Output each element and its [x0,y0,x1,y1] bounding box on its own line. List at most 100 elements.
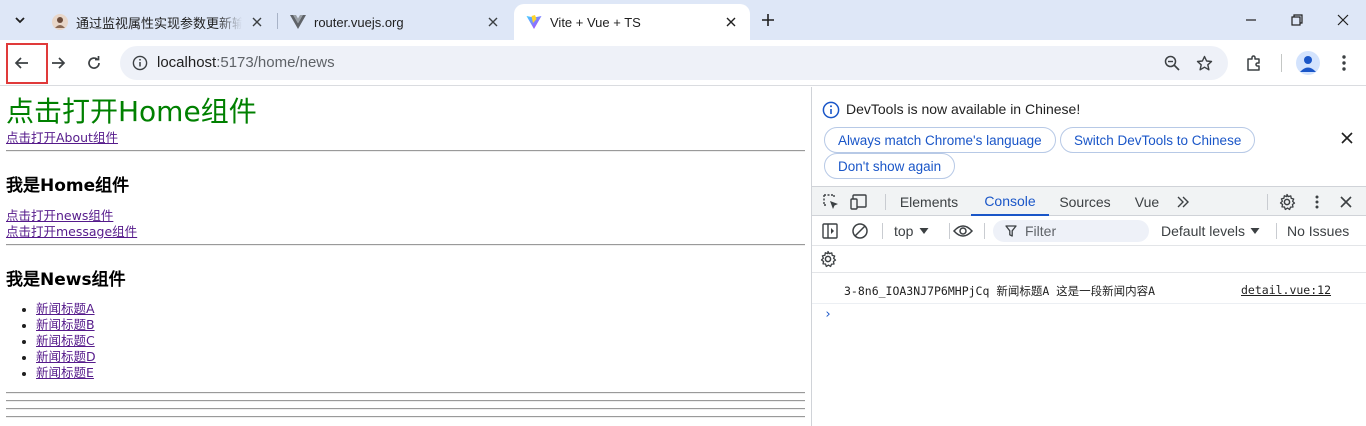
page-viewport: 点击打开Home组件 点击打开About组件 我是Home组件 点击打开news… [0,87,811,426]
console-prompt[interactable]: › [824,307,832,322]
settings-gear-icon[interactable] [1276,191,1298,213]
about-router-link[interactable]: 点击打开About组件 [6,130,118,146]
vite-logo-icon [526,14,542,30]
log-source-link[interactable]: detail.vue:12 [1241,283,1331,297]
address-bar[interactable]: localhost:5173/home/news [120,46,1228,80]
divider [6,244,805,246]
reload-button[interactable] [78,47,110,79]
tab-elements[interactable]: Elements [890,187,968,216]
divider [6,150,805,152]
more-vert-icon [1342,55,1346,71]
console-filter-input[interactable]: Filter [993,220,1149,242]
filter-placeholder: Filter [1025,223,1057,239]
tab-search-button[interactable] [6,6,34,34]
home-router-link[interactable]: 点击打开Home组件 [6,95,257,129]
home-heading: 我是Home组件 [6,176,130,196]
extensions-button[interactable] [1238,47,1270,79]
chevron-down-icon [15,17,25,24]
zoom-icon[interactable] [1160,51,1184,75]
divider [6,392,805,394]
minimize-button[interactable] [1228,0,1274,40]
clear-console-icon[interactable] [849,220,871,242]
tab-sources[interactable]: Sources [1050,187,1120,216]
restore-button[interactable] [1274,0,1320,40]
caret-down-icon [919,228,929,234]
message-router-link[interactable]: 点击打开message组件 [6,224,137,240]
toolbar-divider [882,223,883,239]
close-devtools-icon[interactable] [1335,191,1357,213]
close-tab-icon[interactable] [722,13,740,31]
tab-title: router.vuejs.org [314,14,404,30]
tab-title: 通过监视属性实现参数更新输出 [76,15,242,31]
bookmark-star-icon[interactable] [1192,51,1216,75]
console-settings-gear-icon[interactable] [817,248,839,270]
infobar-message: DevTools is now available in Chinese! [846,101,1081,117]
context-label: top [894,223,914,239]
issues-counter[interactable]: No Issues [1287,223,1349,239]
close-window-button[interactable] [1320,0,1366,40]
toolbar-divider [1276,223,1277,239]
browser-menu-button[interactable] [1328,47,1360,79]
divider [6,408,805,410]
more-tabs-icon[interactable] [1172,191,1194,213]
divider [6,400,805,402]
dont-show-again-button[interactable]: Don't show again [824,153,956,179]
url-path: :5173/home/news [216,54,335,71]
console-log-row: 3-8n6_IOA3NJ7P6MHPjCq 新闻标题A 这是一段新闻内容A de… [812,273,1366,304]
close-tab-icon[interactable] [248,13,266,31]
log-levels-dropdown[interactable]: Default levels [1161,223,1260,239]
tab-title: Vite + Vue + TS [550,14,641,30]
switch-to-chinese-button[interactable]: Switch DevTools to Chinese [1060,127,1256,153]
close-tab-icon[interactable] [484,13,502,31]
info-icon [822,101,840,119]
minimize-icon [1246,19,1256,21]
site-info-icon[interactable] [130,53,150,73]
arrow-right-icon [52,57,66,69]
news-item-link[interactable]: 新闻标题D [36,349,96,365]
list-item: 新闻标题C [36,333,96,349]
sidebar-toggle-icon[interactable] [819,220,841,242]
news-router-link[interactable]: 点击打开news组件 [6,208,113,224]
list-item: 新闻标题B [36,317,96,333]
levels-label: Default levels [1161,223,1246,239]
news-list: 新闻标题A 新闻标题B 新闻标题C 新闻标题D 新闻标题E [20,301,96,381]
console-settings-row [812,246,1366,273]
news-heading: 我是News组件 [6,270,126,290]
more-options-icon[interactable] [1306,191,1328,213]
tabbar-divider [885,194,886,210]
context-selector[interactable]: top [894,223,929,239]
close-icon [1337,14,1349,26]
console-toolbar: top Filter Default levels No Issues [812,216,1366,246]
vue-logo-icon [290,14,306,30]
console-output: 3-8n6_IOA3NJ7P6MHPjCq 新闻标题A 这是一段新闻内容A de… [812,273,1366,426]
devtools-tabbar: Elements Console Sources Vue [812,186,1366,216]
browser-toolbar: localhost:5173/home/news [0,40,1366,86]
browser-tab-active[interactable]: Vite + Vue + TS [514,4,750,40]
news-item-link[interactable]: 新闻标题E [36,365,96,381]
list-item: 新闻标题E [36,365,96,381]
tab-console[interactable]: Console [971,187,1049,216]
infobar-close-button[interactable] [1336,127,1358,149]
profile-avatar[interactable] [1296,51,1320,75]
reload-icon [88,56,100,69]
toolbar-divider [1281,54,1282,72]
person-avatar-icon [52,14,68,30]
plus-icon [762,14,774,26]
live-expression-eye-icon[interactable] [952,220,974,242]
log-message: 3-8n6_IOA3NJ7P6MHPjCq 新闻标题A 这是一段新闻内容A [844,284,1156,298]
browser-tab[interactable]: 通过监视属性实现参数更新输出 [40,4,276,40]
browser-tab[interactable]: router.vuejs.org [278,4,512,40]
url-text[interactable]: localhost:5173/home/news [157,54,335,71]
inspect-element-icon[interactable] [820,191,842,213]
close-icon [1341,132,1353,144]
new-tab-button[interactable] [756,8,780,32]
list-item: 新闻标题D [36,349,96,365]
tab-vue[interactable]: Vue [1124,187,1170,216]
language-infobar: DevTools is now available in Chinese! Al… [812,87,1366,187]
match-language-button[interactable]: Always match Chrome's language [824,127,1056,153]
caret-down-icon [1250,228,1260,234]
news-item-link[interactable]: 新闻标题B [36,317,96,333]
news-item-link[interactable]: 新闻标题A [36,301,96,317]
news-item-link[interactable]: 新闻标题C [36,333,96,349]
device-toolbar-icon[interactable] [849,191,871,213]
